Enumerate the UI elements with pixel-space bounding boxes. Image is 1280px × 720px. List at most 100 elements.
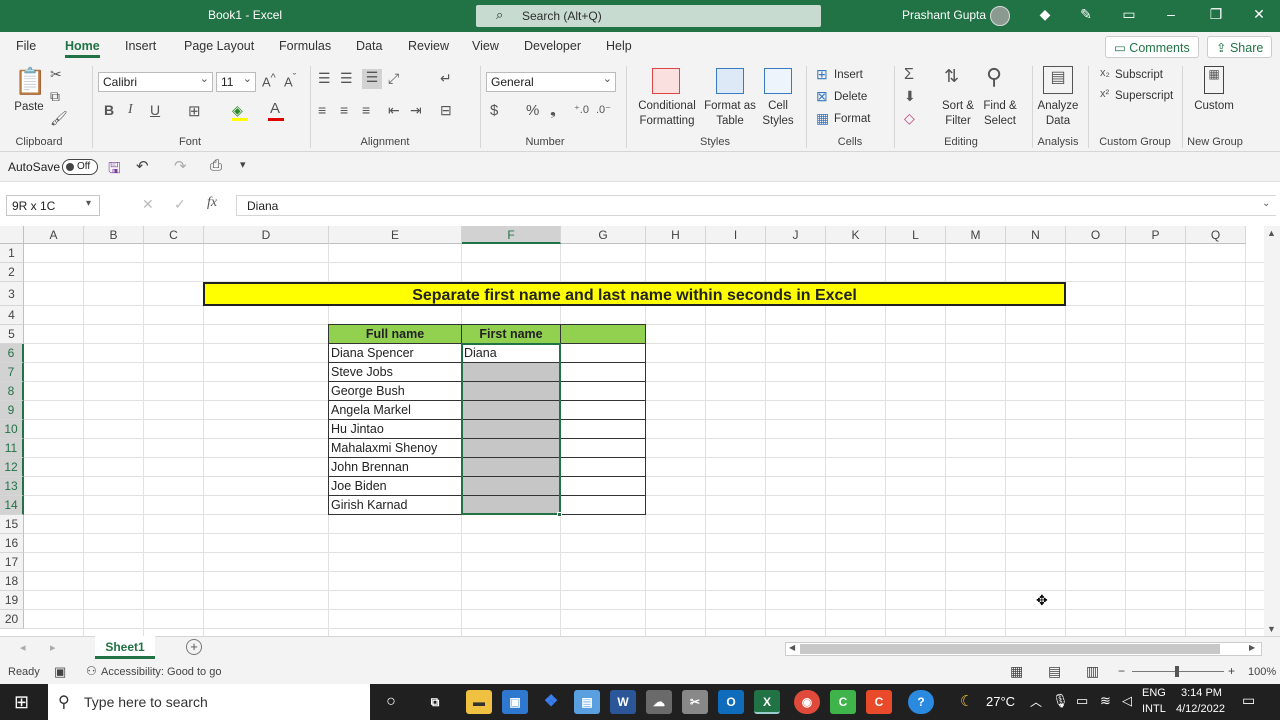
- worksheet-grid[interactable]: ABCDEFGHIJKLMNOPQ 1 2 3 4 5 6 7 8 9 10 11 12 13 14 15 1…: [0, 226, 1264, 636]
- first-name-cell[interactable]: [461, 400, 561, 420]
- expand-formula-icon[interactable]: ⌄: [1262, 198, 1270, 209]
- orientation-icon[interactable]: ⤢: [388, 70, 399, 87]
- first-name-cell[interactable]: Diana: [461, 343, 561, 363]
- row-header-19[interactable]: 19: [0, 591, 24, 610]
- underline-icon[interactable]: U: [150, 102, 160, 118]
- format-cells-icon[interactable]: ▦: [816, 110, 829, 127]
- superscript-icon[interactable]: x²: [1100, 88, 1109, 100]
- full-name-cell[interactable]: Angela Markel: [328, 400, 462, 420]
- column-header-q[interactable]: Q: [1186, 226, 1246, 244]
- first-name-cell[interactable]: [461, 457, 561, 477]
- redo-icon[interactable]: ↷: [174, 157, 187, 175]
- tab-help[interactable]: Help: [606, 39, 632, 53]
- first-name-cell[interactable]: [461, 438, 561, 458]
- chrome-icon[interactable]: ◉: [794, 690, 820, 714]
- tab-insert[interactable]: Insert: [125, 39, 156, 53]
- clear-icon[interactable]: ◇: [904, 110, 915, 127]
- increase-decimal-icon[interactable]: ⁺.0: [574, 103, 589, 116]
- row-header-16[interactable]: 16: [0, 534, 24, 553]
- format-as-table-label2[interactable]: Table: [700, 114, 760, 128]
- row-header-12[interactable]: 12: [0, 458, 24, 477]
- task-view-icon[interactable]: ⧉: [422, 690, 448, 714]
- snipping-icon[interactable]: ✂: [682, 690, 708, 714]
- vertical-scrollbar[interactable]: ▲ ▼: [1264, 226, 1280, 636]
- row-header-13[interactable]: 13: [0, 477, 24, 496]
- decrease-decimal-icon[interactable]: .0⁻: [596, 103, 611, 116]
- cell-styles-label2[interactable]: Styles: [756, 114, 800, 128]
- paste-icon[interactable]: 📋: [14, 66, 46, 98]
- tab-page-layout[interactable]: Page Layout: [184, 39, 254, 53]
- first-name-cell[interactable]: [461, 362, 561, 382]
- empty-table-cell[interactable]: [560, 381, 646, 401]
- align-center-icon[interactable]: ≡: [340, 102, 348, 118]
- font-color-icon[interactable]: A: [270, 100, 280, 117]
- row-header-20[interactable]: 20: [0, 610, 24, 629]
- column-header-o[interactable]: O: [1066, 226, 1126, 244]
- row-header-4[interactable]: 4: [0, 306, 24, 325]
- insert-cells-icon[interactable]: ⊞: [816, 66, 828, 83]
- column-header-p[interactable]: P: [1126, 226, 1186, 244]
- row-header-9[interactable]: 9: [0, 401, 24, 420]
- row-header-15[interactable]: 15: [0, 515, 24, 534]
- undo-icon[interactable]: ↶: [136, 157, 149, 175]
- empty-table-cell[interactable]: [560, 476, 646, 496]
- normal-view-icon[interactable]: ▦: [1010, 663, 1023, 680]
- delete-cells-label[interactable]: Delete: [834, 90, 867, 104]
- recorder-icon[interactable]: C: [866, 690, 892, 714]
- paste-label[interactable]: Paste: [14, 100, 44, 114]
- format-as-table-label[interactable]: Format as: [700, 99, 760, 113]
- scroll-down-icon[interactable]: ▼: [1267, 624, 1276, 634]
- align-middle-icon[interactable]: ☰: [340, 70, 353, 87]
- column-header-n[interactable]: N: [1006, 226, 1066, 244]
- custom-button-label[interactable]: Custom: [1190, 99, 1238, 113]
- column-header-m[interactable]: M: [946, 226, 1006, 244]
- row-header-8[interactable]: 8: [0, 382, 24, 401]
- enter-icon[interactable]: ✓: [174, 196, 186, 213]
- pen-icon[interactable]: ✎: [1075, 6, 1097, 23]
- subscript-icon[interactable]: x₂: [1100, 67, 1110, 79]
- empty-table-cell[interactable]: [560, 419, 646, 439]
- scroll-thumb[interactable]: [800, 644, 1220, 654]
- align-left-icon[interactable]: ≡: [318, 102, 326, 118]
- outlook-icon[interactable]: O: [718, 690, 744, 714]
- clock-date[interactable]: 4/12/2022: [1176, 703, 1225, 715]
- next-sheet-icon[interactable]: ▸: [50, 641, 56, 654]
- format-painter-icon[interactable]: 🖌: [50, 110, 68, 127]
- row-header-3[interactable]: 3: [0, 282, 24, 306]
- notifications-icon[interactable]: ▭: [1242, 692, 1255, 709]
- accessibility-status[interactable]: Accessibility: Good to go: [101, 666, 221, 678]
- empty-table-cell[interactable]: [560, 362, 646, 382]
- column-header-i[interactable]: I: [706, 226, 766, 244]
- analyze-data-label[interactable]: Analyze: [1034, 99, 1082, 113]
- tab-developer[interactable]: Developer: [524, 39, 581, 53]
- tray-chevron-icon[interactable]: ︿: [1030, 693, 1042, 710]
- macro-record-icon[interactable]: ▣: [54, 664, 66, 680]
- row-header-10[interactable]: 10: [0, 420, 24, 439]
- taskbar-search[interactable]: ⚲ Type here to search: [48, 684, 370, 720]
- insert-function-icon[interactable]: fx: [207, 195, 217, 211]
- bold-icon[interactable]: B: [104, 102, 114, 118]
- font-name-select[interactable]: Calibri: [98, 72, 213, 92]
- column-header-k[interactable]: K: [826, 226, 886, 244]
- fill-color-icon[interactable]: ◈: [232, 102, 243, 119]
- full-name-cell[interactable]: Girish Karnad: [328, 495, 462, 515]
- full-name-cell[interactable]: Diana Spencer: [328, 343, 462, 363]
- app-icon[interactable]: ☁: [646, 690, 672, 714]
- excel-icon[interactable]: X: [754, 690, 780, 714]
- align-top-icon[interactable]: ☰: [318, 70, 331, 87]
- formula-input[interactable]: Diana: [236, 195, 1276, 216]
- search-box[interactable]: ⌕ Search (Alt+Q): [476, 5, 821, 27]
- prev-sheet-icon[interactable]: ◂: [20, 641, 26, 654]
- accessibility-icon[interactable]: ⚇: [86, 664, 97, 678]
- restore-icon[interactable]: ❐: [1205, 6, 1227, 23]
- tab-home[interactable]: Home: [65, 39, 100, 58]
- column-header-a[interactable]: A: [24, 226, 84, 244]
- select-all-corner[interactable]: [0, 226, 24, 244]
- notepad-icon[interactable]: ▤: [574, 690, 600, 714]
- table-header-cell[interactable]: [560, 324, 646, 344]
- full-name-cell[interactable]: Hu Jintao: [328, 419, 462, 439]
- close-icon[interactable]: ✕: [1248, 6, 1270, 23]
- analyze-data-label2[interactable]: Data: [1034, 114, 1082, 128]
- cancel-icon[interactable]: ✕: [142, 196, 154, 213]
- align-right-icon[interactable]: ≡: [362, 102, 370, 118]
